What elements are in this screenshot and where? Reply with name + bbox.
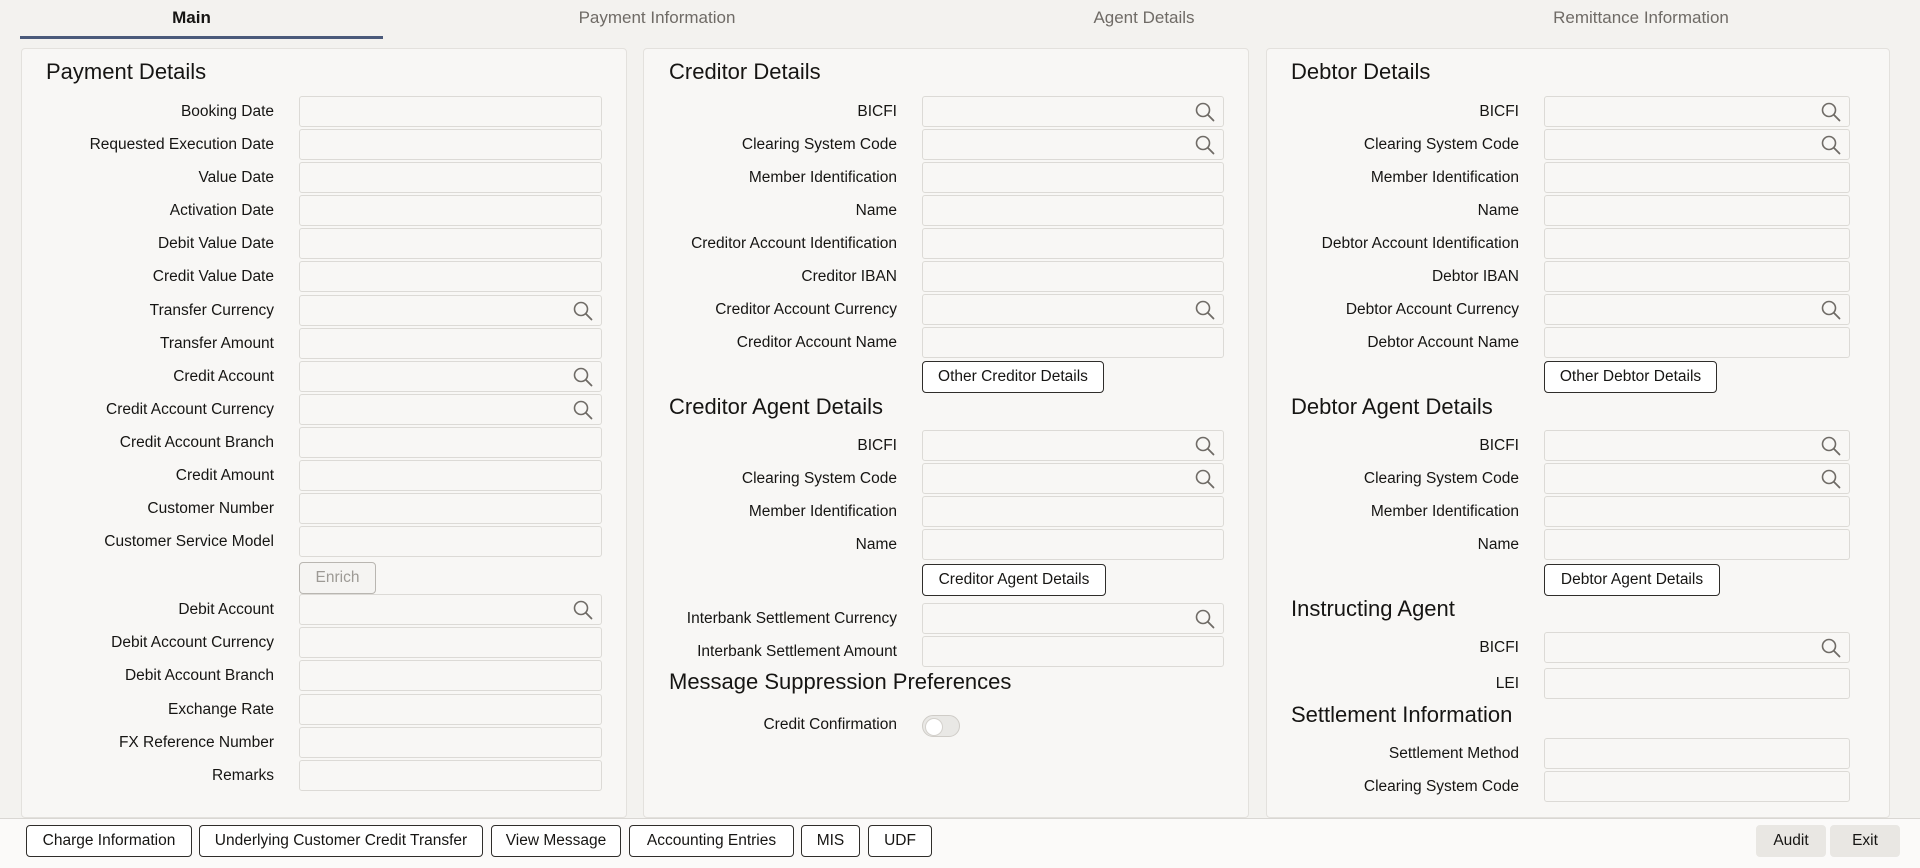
instructing-lei-label: LEI: [1495, 675, 1519, 692]
debtor-member-identification-label: Member Identification: [1370, 169, 1519, 186]
payment-credit-account-label: Credit Account: [173, 368, 274, 385]
credit-confirmation-row: Credit Confirmation: [0, 709, 897, 741]
debtor-name-row: Name: [0, 195, 1519, 227]
enrich-button[interactable]: Enrich: [299, 562, 376, 594]
debtor-agent-clearing-system-code-row: Clearing System Code: [0, 463, 1519, 495]
search-icon[interactable]: [573, 400, 593, 420]
debtor-agent-name-label: Name: [1477, 536, 1519, 553]
payment-details-title: Payment Details: [46, 59, 207, 84]
debtor-agent-name-input[interactable]: [1544, 529, 1850, 560]
other-debtor-details-button[interactable]: Other Debtor Details: [1544, 361, 1717, 393]
creditor-agent-details-button[interactable]: Creditor Agent Details: [922, 564, 1106, 596]
debtor-debtor-iban-input[interactable]: [1544, 261, 1850, 292]
debtor-agent-member-identification-input[interactable]: [1544, 496, 1850, 527]
debtor-debtor-account-currency-row: Debtor Account Currency: [0, 294, 1519, 326]
search-icon[interactable]: [1821, 300, 1841, 320]
debtor-debtor-iban-label: Debtor IBAN: [1431, 268, 1519, 285]
debtor-clearing-system-code-input[interactable]: [1544, 129, 1850, 160]
debtor-bicfi-row: BICFI: [0, 96, 1519, 128]
debtor-agent-details-button[interactable]: Debtor Agent Details: [1544, 564, 1720, 596]
search-icon[interactable]: [1195, 609, 1215, 629]
accounting-entries-button[interactable]: Accounting Entries: [629, 825, 794, 857]
settlement-clearing-system-code-input[interactable]: [1544, 771, 1850, 802]
settlement-settlement-method-label: Settlement Method: [1388, 745, 1519, 762]
search-icon[interactable]: [573, 367, 593, 387]
charge-information-button[interactable]: Charge Information: [26, 825, 192, 857]
search-icon[interactable]: [1821, 102, 1841, 122]
debtor-agent-bicfi-input[interactable]: [1544, 430, 1850, 461]
debtor-agent-member-identification-row: Member Identification: [0, 496, 1519, 528]
debtor-debtor-account-identification-row: Debtor Account Identification: [0, 228, 1519, 260]
mis-button[interactable]: MIS: [801, 825, 860, 857]
debtor-member-identification-row: Member Identification: [0, 162, 1519, 194]
debtor-debtor-account-name-row: Debtor Account Name: [0, 327, 1519, 359]
tab-bar: Main Payment Information Agent Details R…: [0, 0, 1920, 40]
instructing-bicfi-row: BICFI: [0, 632, 1519, 664]
debtor-debtor-account-currency-label: Debtor Account Currency: [1345, 301, 1519, 318]
payment-credit-account-currency-input[interactable]: [299, 394, 602, 425]
debtor-member-identification-input[interactable]: [1544, 162, 1850, 193]
bottom-toolbar: Charge Information Underlying Customer C…: [0, 818, 1920, 868]
settlement-clearing-system-code-row: Clearing System Code: [0, 771, 1519, 803]
debtor-clearing-system-code-label: Clearing System Code: [1363, 136, 1519, 153]
instructing-agent-title: Instructing Agent: [1291, 596, 1455, 621]
interbank-interbank-settlement-currency-input[interactable]: [922, 603, 1224, 634]
debtor-debtor-account-name-input[interactable]: [1544, 327, 1850, 358]
settlement-settlement-method-input[interactable]: [1544, 738, 1850, 769]
credit-confirmation-toggle[interactable]: [922, 715, 960, 737]
debtor-debtor-account-name-label: Debtor Account Name: [1367, 334, 1519, 351]
debtor-agent-name-row: Name: [0, 529, 1519, 561]
debtor-agent-bicfi-row: BICFI: [0, 430, 1519, 462]
debtor-name-input[interactable]: [1544, 195, 1850, 226]
debtor-debtor-account-identification-label: Debtor Account Identification: [1321, 235, 1519, 252]
tab-remittance-information[interactable]: Remittance Information: [1450, 0, 1832, 40]
instructing-lei-input[interactable]: [1544, 668, 1850, 699]
debtor-bicfi-input[interactable]: [1544, 96, 1850, 127]
underlying-customer-credit-transfer-button[interactable]: Underlying Customer Credit Transfer: [199, 825, 483, 857]
settlement-settlement-method-row: Settlement Method: [0, 738, 1519, 770]
debtor-agent-bicfi-label: BICFI: [1479, 437, 1519, 454]
debtor-agent-member-identification-label: Member Identification: [1370, 503, 1519, 520]
search-icon[interactable]: [1821, 469, 1841, 489]
settlement-clearing-system-code-label: Clearing System Code: [1363, 778, 1519, 795]
payment-credit-account-row: Credit Account: [0, 361, 274, 393]
debtor-clearing-system-code-row: Clearing System Code: [0, 129, 1519, 161]
debtor-debtor-iban-row: Debtor IBAN: [0, 261, 1519, 293]
settlement-information-title: Settlement Information: [1291, 702, 1513, 727]
instructing-bicfi-label: BICFI: [1479, 639, 1519, 656]
debtor-agent-details-title: Debtor Agent Details: [1291, 394, 1493, 419]
interbank-interbank-settlement-currency-label: Interbank Settlement Currency: [686, 610, 897, 627]
search-icon[interactable]: [1821, 638, 1841, 658]
credit-confirmation-label: Credit Confirmation: [763, 716, 897, 733]
view-message-button[interactable]: View Message: [491, 825, 621, 857]
tab-main[interactable]: Main: [0, 0, 383, 40]
debtor-agent-clearing-system-code-input[interactable]: [1544, 463, 1850, 494]
udf-button[interactable]: UDF: [868, 825, 932, 857]
debtor-bicfi-label: BICFI: [1479, 103, 1519, 120]
exit-button[interactable]: Exit: [1830, 825, 1900, 857]
search-icon[interactable]: [1821, 135, 1841, 155]
instructing-lei-row: LEI: [0, 668, 1519, 700]
search-icon[interactable]: [1821, 436, 1841, 456]
tab-payment-information[interactable]: Payment Information: [466, 0, 848, 40]
debtor-name-label: Name: [1477, 202, 1519, 219]
audit-button[interactable]: Audit: [1756, 825, 1826, 857]
debtor-details-title: Debtor Details: [1291, 59, 1431, 84]
debtor-agent-clearing-system-code-label: Clearing System Code: [1363, 470, 1519, 487]
creditor-agent-details-title: Creditor Agent Details: [669, 394, 883, 419]
payment-credit-account-input[interactable]: [299, 361, 602, 392]
payment-credit-account-currency-label: Credit Account Currency: [106, 401, 274, 418]
debtor-debtor-account-currency-input[interactable]: [1544, 294, 1850, 325]
creditor-details-title: Creditor Details: [669, 59, 821, 84]
debtor-debtor-account-identification-input[interactable]: [1544, 228, 1850, 259]
other-creditor-details-button[interactable]: Other Creditor Details: [922, 361, 1104, 393]
instructing-bicfi-input[interactable]: [1544, 632, 1850, 663]
tab-agent-details[interactable]: Agent Details: [950, 0, 1338, 40]
payment-credit-account-currency-row: Credit Account Currency: [0, 394, 274, 426]
interbank-interbank-settlement-currency-row: Interbank Settlement Currency: [0, 603, 897, 635]
